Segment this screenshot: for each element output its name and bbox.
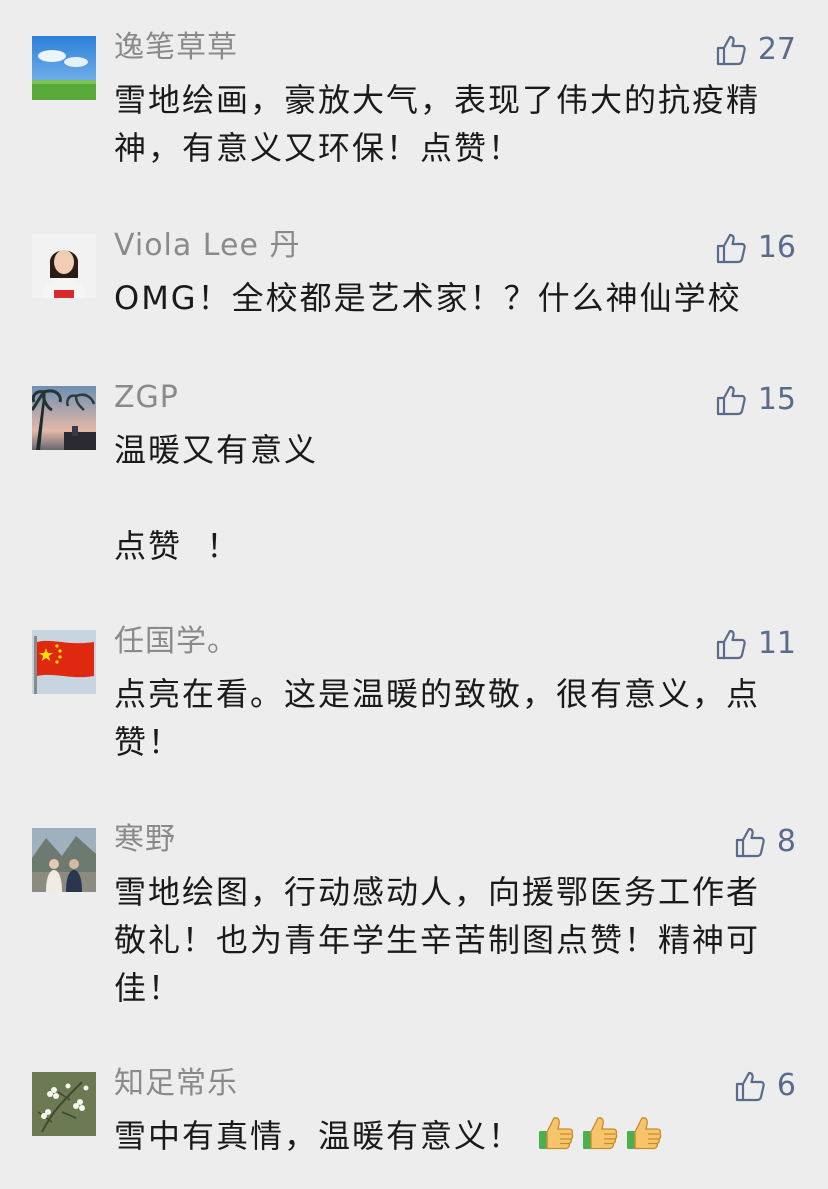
comment-author[interactable]: 寒野 xyxy=(114,820,176,860)
comment-text: 雪中有真情，温暖有意义！ xyxy=(114,1117,523,1155)
like-button[interactable]: 11 xyxy=(714,624,796,664)
comment-author[interactable]: ZGP xyxy=(114,378,179,418)
comment-author[interactable]: 任国学。 xyxy=(114,622,238,662)
thumbs-up-icon xyxy=(716,35,746,66)
avatar[interactable] xyxy=(32,36,96,100)
like-count: 6 xyxy=(776,1068,796,1103)
comment-text: 雪地绘画，豪放大气，表现了伟大的抗疫精神，有意义又环保！点赞！ xyxy=(114,81,761,167)
avatar[interactable] xyxy=(32,234,96,298)
like-count: 16 xyxy=(757,230,796,265)
like-button[interactable]: 27 xyxy=(714,30,796,70)
comment-text: OMG！全校都是艺术家！？什么神仙学校 xyxy=(114,279,742,317)
woman-portrait-avatar-icon xyxy=(32,234,96,298)
thumbs-up-icon xyxy=(735,1071,765,1102)
thumbs-up-icon xyxy=(716,629,746,660)
like-button[interactable]: 15 xyxy=(714,380,796,420)
landscape-sky-avatar-icon xyxy=(32,36,96,100)
comment-text: 点亮在看。这是温暖的致敬，很有意义，点赞！ xyxy=(114,675,761,761)
like-count: 15 xyxy=(757,382,796,417)
people-outdoor-avatar-icon xyxy=(32,828,96,892)
thumbs-up-emoji-icon xyxy=(627,1117,662,1150)
thumbs-up-icon xyxy=(716,385,746,416)
thumbs-up-emoji-icon xyxy=(583,1117,618,1150)
like-count: 11 xyxy=(757,626,796,661)
avatar[interactable] xyxy=(32,828,96,892)
avatar[interactable] xyxy=(32,1072,96,1136)
white-flower-avatar-icon xyxy=(32,1072,96,1136)
comment-author[interactable]: 知足常乐 xyxy=(114,1064,238,1104)
thumbs-up-icon xyxy=(735,827,765,858)
like-button[interactable]: 8 xyxy=(733,822,796,862)
china-flag-avatar-icon xyxy=(32,630,96,694)
palm-sunset-avatar-icon xyxy=(32,386,96,450)
like-button[interactable]: 16 xyxy=(714,228,796,268)
comment-author[interactable]: Viola Lee 丹 xyxy=(114,226,300,266)
comment-text: 温暖又有意义 点赞 ！ xyxy=(114,431,319,565)
comment-text-wrapper: 雪中有真情，温暖有意义！ xyxy=(114,1112,784,1160)
thumbs-up-emoji-icon xyxy=(539,1117,574,1150)
comment-text: 雪地绘图，行动感动人，向援鄂医务工作者敬礼！也为青年学生辛苦制图点赞！精神可佳！ xyxy=(114,873,761,1007)
comment-author[interactable]: 逸笔草草 xyxy=(114,28,238,68)
like-button[interactable]: 6 xyxy=(733,1066,796,1106)
avatar[interactable] xyxy=(32,630,96,694)
avatar[interactable] xyxy=(32,386,96,450)
like-count: 8 xyxy=(776,824,796,859)
thumbs-up-icon xyxy=(716,233,746,264)
like-count: 27 xyxy=(757,32,796,67)
emoji-row xyxy=(536,1113,664,1153)
